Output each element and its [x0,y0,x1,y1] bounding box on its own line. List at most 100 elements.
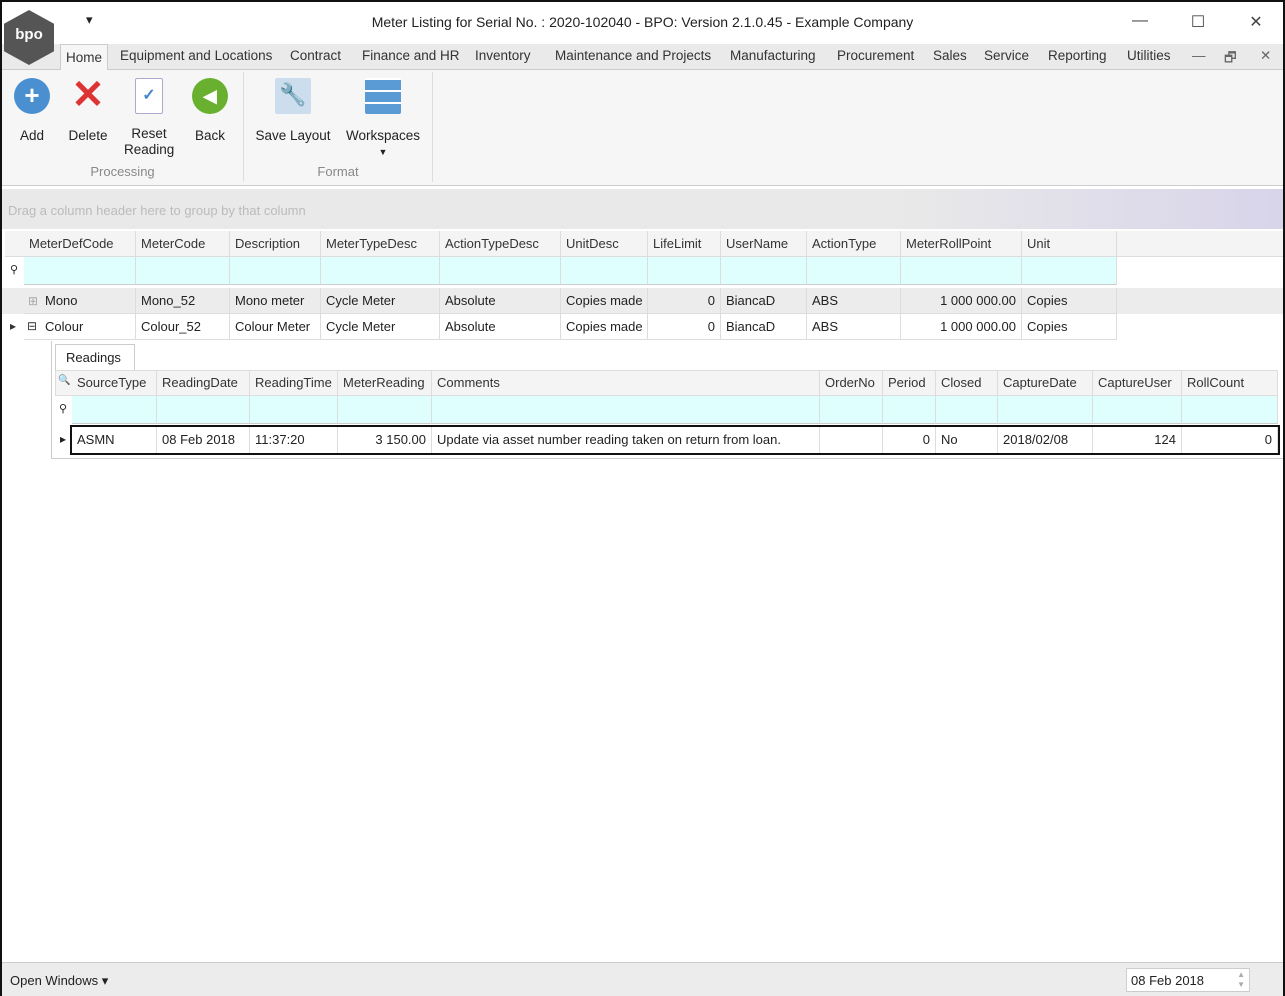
auto-filter-row-cell [561,257,648,285]
meter-row-cell: BiancaD [721,288,807,314]
column-header-cell: ActionType [807,231,901,257]
detail-filter-row-cell [883,396,936,424]
tab-maintenance-and-projects[interactable]: Maintenance and Projects [555,48,711,63]
add-button[interactable]: + Add [12,78,52,144]
meter-row-cell: Mono [24,288,136,314]
reset-reading-button[interactable]: ✓ Reset Reading [122,78,176,158]
column-header-cell: MeterDefCode [24,231,136,257]
auto-filter-row-cell [901,257,1022,285]
column-header-cell: Unit [1022,231,1117,257]
detail-column-header-cell: SourceType [72,370,157,396]
auto-filter-row[interactable] [2,257,1283,285]
tab-procurement[interactable]: Procurement [837,48,914,63]
add-icon: + [14,78,50,114]
meter-row[interactable]: Colour Colour_52 Colour Meter Cycle Meter Ab… [2,314,1283,340]
divider [432,72,433,182]
tab-readings[interactable]: Readings [55,344,135,371]
minimize-button[interactable]: — [1125,12,1155,30]
auto-filter-row-cell [807,257,901,285]
expand-icon[interactable]: ⊞ [28,294,38,308]
auto-filter-row-cell [136,257,230,285]
mdi-close-button[interactable]: ✕ [1260,48,1271,64]
detail-column-header-cell: RollCount [1182,370,1278,396]
tab-finance-and-hr[interactable]: Finance and HR [362,48,460,63]
status-bar: Open Windows ▾ 08 Feb 2018 ▲ ▼ [2,962,1283,996]
detail-column-header-cell: MeterReading [338,370,432,396]
document-check-icon: ✓ [135,78,163,114]
tab-inventory[interactable]: Inventory [475,48,531,63]
meter-row-cell: Colour Meter [230,314,321,340]
meter-row-cell: Colour [24,314,136,340]
dropdown-arrow-icon: ▼ [378,147,388,157]
workspaces-grid-icon [365,78,401,114]
mdi-restore-button[interactable]: 🗗 [1224,48,1237,71]
group-processing-label: Processing [90,164,155,179]
detail-filter-row-cell [338,396,432,424]
auto-filter-row-cell [230,257,321,285]
detail-filter-row[interactable] [2,396,1283,424]
spin-icon[interactable]: ▲ ▼ [1237,970,1245,990]
title-bar: Meter Listing for Serial No. : 2020-1020… [2,2,1283,44]
tab-utilities[interactable]: Utilities [1127,48,1171,63]
column-header-cell: MeterCode [136,231,230,257]
meter-row-cell: Copies [1022,314,1117,340]
save-layout-button[interactable]: 🔧 Save Layout [252,78,334,144]
column-header[interactable]: MeterDefCode MeterCode Description MeterTyp… [2,231,1283,257]
meter-row-cell: Copies made [561,314,648,340]
delete-label: Delete [68,128,108,143]
close-button[interactable]: ✕ [1241,12,1271,32]
detail-column-header[interactable]: SourceType ReadingDate ReadingTime MeterRea… [2,370,1283,396]
column-header-cell: MeterTypeDesc [321,231,440,257]
auto-filter-row-cell [321,257,440,285]
row-indicator-icon[interactable]: ▸ [10,319,16,333]
meter-row-cell: Mono_52 [136,288,230,314]
maximize-button[interactable]: ☐ [1183,12,1213,32]
detail-column-header-cell: ReadingTime [250,370,338,396]
detail-filter-row-cell [1182,396,1278,424]
meter-row-cell: 0 [648,314,721,340]
meter-row-cell: Colour_52 [136,314,230,340]
detail-filter-row-cell [1093,396,1182,424]
tab-sales[interactable]: Sales [933,48,967,63]
tab-equipment-and-locations[interactable]: Equipment and Locations [120,48,272,63]
tab-service[interactable]: Service [984,48,1029,63]
date-field[interactable]: 08 Feb 2018 ▲ ▼ [1126,968,1250,992]
meter-row-cell: ABS [807,314,901,340]
back-button[interactable]: ◂ Back [190,78,230,144]
detail-filter-row-cell [432,396,820,424]
open-windows-button[interactable]: Open Windows ▾ [10,973,108,989]
selected-row-outline [70,425,1280,455]
tab-manufacturing[interactable]: Manufacturing [730,48,816,63]
meter-row-cell: 0 [648,288,721,314]
meter-row-cell: 1 000 000.00 [901,288,1022,314]
date-value: 08 Feb 2018 [1131,973,1205,988]
column-header-cell: UserName [721,231,807,257]
column-header-cell: ActionTypeDesc [440,231,561,257]
detail-filter-row-cell [72,396,157,424]
auto-filter-row-cell [440,257,561,285]
meter-row[interactable]: Mono Mono_52 Mono meter Cycle Meter Absolute… [2,288,1283,314]
auto-filter-row-cell [648,257,721,285]
ribbon: + Add ✕ Delete ✓ Reset Reading ◂ Back 🔧 Save … [2,70,1283,186]
group-by-panel[interactable]: Drag a column header here to group by th… [2,189,1283,229]
tab-home[interactable]: Home [60,44,109,71]
detail-filter-row-cell [998,396,1093,424]
quick-access-dropdown[interactable]: ▾ [86,12,93,28]
meter-row-cell: ABS [807,288,901,314]
delete-button[interactable]: ✕ Delete [64,75,112,144]
mdi-minimize-button[interactable]: — [1192,48,1206,63]
collapse-icon[interactable]: ⊟ [27,319,37,333]
tab-contract[interactable]: Contract [290,48,341,63]
row-indicator-icon[interactable]: ▸ [60,432,66,446]
tab-reporting[interactable]: Reporting [1048,48,1107,63]
workspaces-button[interactable]: Workspaces ▼ [344,78,422,160]
detail-filter-row-cell [250,396,338,424]
detail-column-header-cell: CaptureUser [1093,370,1182,396]
detail-column-header-cell: ReadingDate [157,370,250,396]
meter-row-cell: BiancaD [721,314,807,340]
workspaces-label: Workspaces [345,128,421,143]
window-title: Meter Listing for Serial No. : 2020-1020… [371,14,914,30]
search-icon[interactable]: 🔍 [58,375,70,386]
detail-column-header-cell: Closed [936,370,998,396]
detail-column-header-cell: Period [883,370,936,396]
